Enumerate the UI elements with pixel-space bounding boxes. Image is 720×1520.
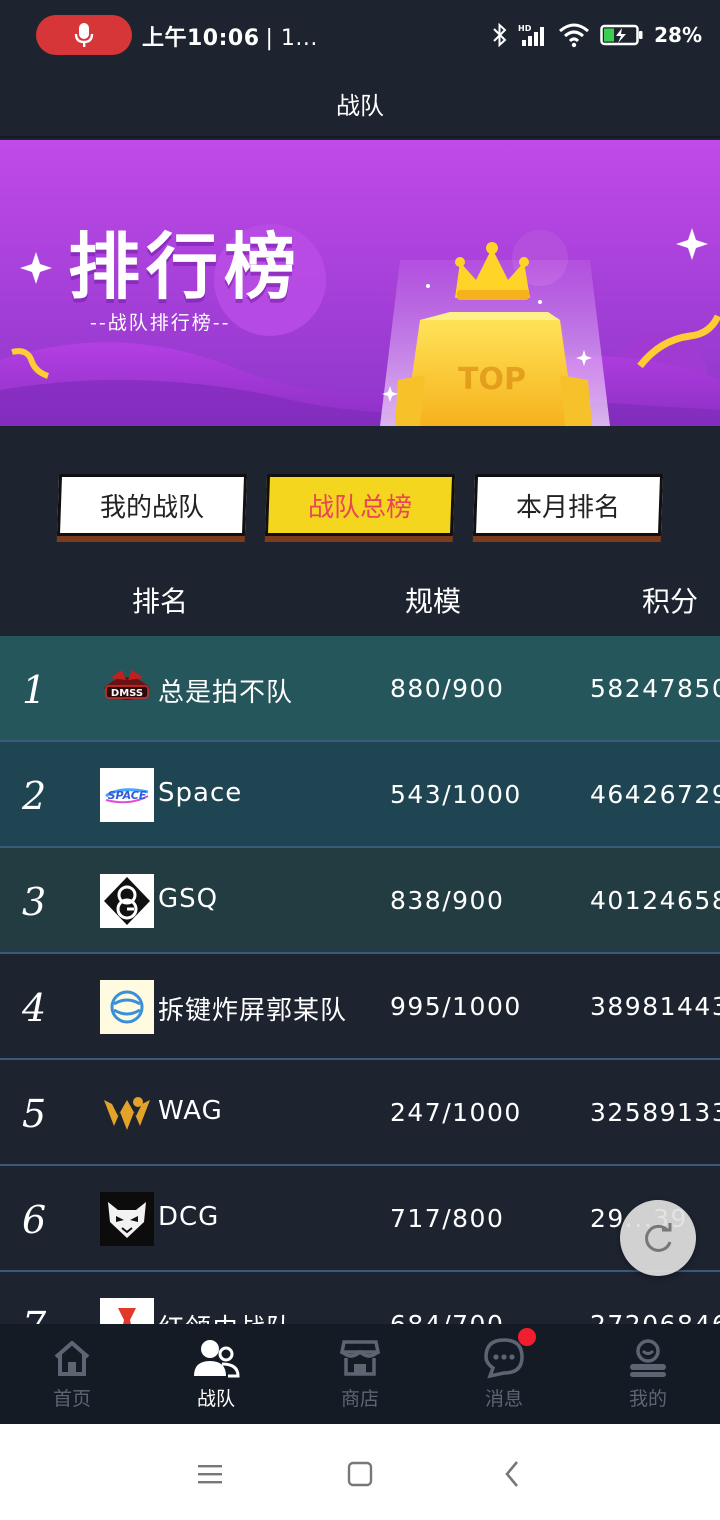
column-header-score: 积分 — [642, 585, 699, 618]
nav-home[interactable]: 首页 — [0, 1324, 144, 1424]
store-icon — [339, 1340, 381, 1376]
row-rank: 7 — [22, 1304, 46, 1324]
back-chevron-icon — [505, 1461, 518, 1487]
team-score: 40124658 — [590, 886, 720, 915]
svg-text:HD: HD — [518, 24, 532, 33]
app-screen: 上午10:06 | 1... HD 28% 战队 排行榜 --战队排行榜-- T… — [0, 0, 720, 1520]
table-row[interactable]: 1 DMSS 总是拍不队 880/900 58247850 — [0, 636, 720, 742]
table-row[interactable]: 3 GSQ 838/900 40124658 — [0, 848, 720, 954]
team-name: GSQ — [158, 884, 219, 914]
wifi-icon — [559, 23, 590, 48]
status-time: 上午10:06 | 1... — [142, 26, 318, 51]
cellular-signal-icon: HD — [518, 24, 545, 46]
unread-badge — [518, 1328, 536, 1346]
team-scale: 880/900 — [390, 674, 505, 703]
bottom-navigation: 首页 战队 商店 消息 我的 — [0, 1324, 720, 1424]
table-row[interactable]: 6 DCG 717/800 29...39 — [0, 1166, 720, 1272]
team-scale: 543/1000 — [390, 780, 522, 809]
team-name: Space — [158, 778, 243, 808]
home-icon — [54, 1341, 90, 1376]
team-icon — [194, 1340, 240, 1378]
system-navigation-bar — [0, 1424, 720, 1520]
team-name: DCG — [158, 1202, 220, 1232]
nav-home-label: 首页 — [52, 1388, 91, 1410]
table-header: 排名 规模 积分 — [0, 564, 720, 634]
banner-subtitle: --战队排行榜-- — [90, 312, 231, 334]
team-logo-icon: SPACE — [100, 768, 154, 822]
column-header-rank: 排名 — [132, 585, 189, 618]
tab-my-team[interactable]: 我的战队 — [56, 474, 248, 536]
team-logo-icon — [100, 1298, 154, 1324]
status-bar: 上午10:06 | 1... HD 28% — [0, 0, 720, 70]
page-header: 战队 — [0, 70, 720, 138]
nav-team[interactable]: 战队 — [144, 1324, 288, 1424]
refresh-button[interactable] — [620, 1200, 696, 1276]
nav-store-label: 商店 — [340, 1388, 379, 1410]
ranking-tabs: 我的战队 战队总榜 本月排名 — [0, 474, 720, 544]
team-logo-icon — [100, 874, 154, 928]
team-score: 38981443 — [590, 992, 720, 1021]
nav-profile-label: 我的 — [628, 1388, 667, 1410]
voice-recording-pill[interactable] — [36, 15, 132, 55]
svg-text:SPACE: SPACE — [108, 789, 147, 802]
nav-messages-label: 消息 — [484, 1388, 523, 1410]
row-rank: 6 — [22, 1198, 47, 1242]
team-score: 27206846 — [590, 1310, 720, 1324]
table-row[interactable]: 2 SPACE Space 543/1000 46426729 — [0, 742, 720, 848]
team-name: 拆键炸屏郭某队 — [158, 996, 348, 1026]
battery-charging-icon — [600, 24, 643, 46]
team-scale: 838/900 — [390, 886, 505, 915]
row-rank: 5 — [22, 1092, 47, 1136]
team-scale: 717/800 — [390, 1204, 505, 1233]
team-scale: 247/1000 — [390, 1098, 522, 1127]
menu-button[interactable] — [192, 1456, 228, 1492]
page-title: 战队 — [336, 91, 384, 120]
back-button[interactable] — [494, 1456, 530, 1492]
team-scale: 684/700 — [390, 1310, 504, 1324]
square-home-icon — [347, 1461, 373, 1487]
nav-team-label: 战队 — [196, 1388, 235, 1410]
table-row[interactable]: 5 WAG 247/1000 32589133 — [0, 1060, 720, 1166]
table-row[interactable]: 4 拆键炸屏郭某队 995/1000 38981443 — [0, 954, 720, 1060]
row-rank: 3 — [22, 880, 47, 924]
refresh-icon — [645, 1223, 672, 1252]
team-ranking-list: 1 DMSS 总是拍不队 880/900 58247850 2 SPACE Sp… — [0, 636, 720, 1324]
menu-icon — [198, 1465, 222, 1484]
tab-monthly-ranking[interactable]: 本月排名 — [472, 474, 664, 536]
team-name: 红领巾战队 — [158, 1308, 293, 1324]
profile-icon — [630, 1339, 666, 1377]
team-score: 46426729 — [590, 780, 720, 809]
row-rank: 1 — [22, 668, 47, 712]
table-row[interactable]: 7 红领巾战队 684/700 27206846 — [0, 1272, 720, 1324]
team-logo-icon — [100, 1086, 154, 1140]
tab-team-overall[interactable]: 战队总榜 — [264, 474, 456, 536]
row-rank: 4 — [22, 986, 47, 1030]
nav-store[interactable]: 商店 — [288, 1324, 432, 1424]
home-button[interactable] — [342, 1456, 378, 1492]
svg-text:DMSS: DMSS — [111, 688, 143, 699]
banner-title: 排行榜 — [68, 225, 303, 309]
column-header-scale: 规模 — [405, 585, 462, 618]
microphone-icon — [74, 23, 94, 47]
nav-profile[interactable]: 我的 — [576, 1324, 720, 1424]
team-scale: 995/1000 — [390, 992, 522, 1021]
team-name: WAG — [158, 1096, 223, 1126]
bluetooth-icon — [493, 22, 507, 48]
team-score: 32589133 — [590, 1098, 720, 1127]
battery-percent: 28% — [654, 23, 702, 47]
status-icons: HD 28% — [492, 18, 702, 52]
nav-messages[interactable]: 消息 — [432, 1324, 576, 1424]
team-logo-icon: DMSS — [100, 662, 154, 716]
team-logo-icon — [100, 980, 154, 1034]
row-rank: 2 — [22, 774, 47, 818]
leaderboard-banner: 排行榜 --战队排行榜-- TOP — [0, 140, 720, 426]
podium-top-label: TOP — [458, 362, 526, 397]
team-name: 总是拍不队 — [158, 678, 294, 708]
team-logo-icon — [100, 1192, 154, 1246]
team-score: 58247850 — [590, 674, 720, 703]
